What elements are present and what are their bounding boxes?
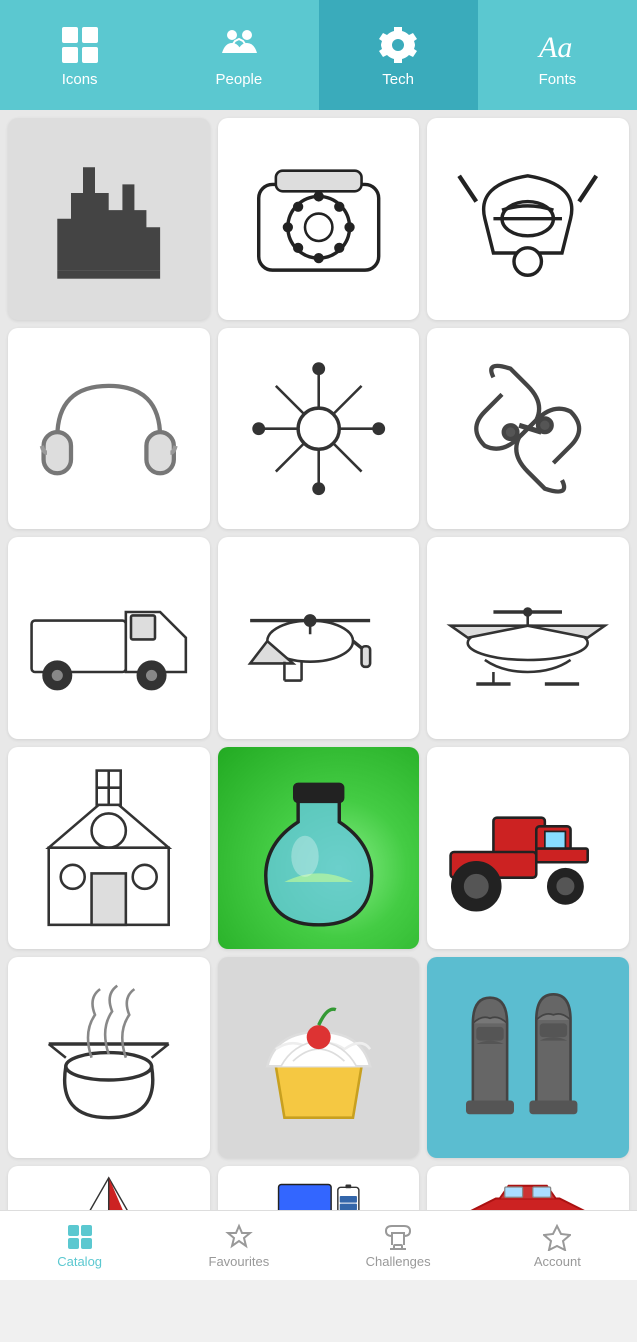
grid-item-church[interactable] <box>8 747 210 949</box>
image-grid <box>0 110 637 1264</box>
grid-item-viking[interactable] <box>427 118 629 320</box>
nav-item-people[interactable]: People <box>159 0 318 110</box>
grid-item-cauldron[interactable] <box>8 957 210 1159</box>
nav-item-fonts[interactable]: Aa Fonts <box>478 0 637 110</box>
bottom-nav-favourites-label: Favourites <box>209 1254 270 1269</box>
grid-item-chain[interactable] <box>427 328 629 530</box>
bottom-nav-account-label: Account <box>534 1254 581 1269</box>
nav-label-tech: Tech <box>382 71 414 88</box>
grid-item-cupcake[interactable] <box>218 957 420 1159</box>
top-navigation: Icons People Tech Aa Fonts <box>0 0 637 110</box>
svg-text:Aa: Aa <box>537 31 572 64</box>
nav-label-people: People <box>216 71 263 88</box>
bottom-nav-catalog[interactable]: Catalog <box>0 1211 159 1280</box>
grid-item-moai[interactable] <box>427 957 629 1159</box>
bottom-nav-challenges-label: Challenges <box>366 1254 431 1269</box>
grid-item-tractor[interactable] <box>427 747 629 949</box>
grid-item-headphones[interactable] <box>8 328 210 530</box>
bottom-nav-catalog-label: Catalog <box>57 1254 102 1269</box>
bottom-nav-favourites[interactable]: Favourites <box>159 1211 318 1280</box>
grid-item-seaplane[interactable] <box>427 537 629 739</box>
grid-item-neuron[interactable] <box>218 328 420 530</box>
bottom-navigation: Catalog Favourites Challenges Account <box>0 1210 637 1280</box>
grid-item-potion[interactable] <box>218 747 420 949</box>
nav-item-icons[interactable]: Icons <box>0 0 159 110</box>
nav-label-fonts: Fonts <box>539 71 577 88</box>
grid-item-truck[interactable] <box>8 537 210 739</box>
bottom-nav-challenges[interactable]: Challenges <box>319 1211 478 1280</box>
nav-item-tech[interactable]: Tech <box>319 0 478 110</box>
bottom-nav-account[interactable]: Account <box>478 1211 637 1280</box>
nav-label-icons: Icons <box>62 71 98 88</box>
grid-item-phone[interactable] <box>218 118 420 320</box>
grid-item-helicopter[interactable] <box>218 537 420 739</box>
grid-item-city[interactable] <box>8 118 210 320</box>
